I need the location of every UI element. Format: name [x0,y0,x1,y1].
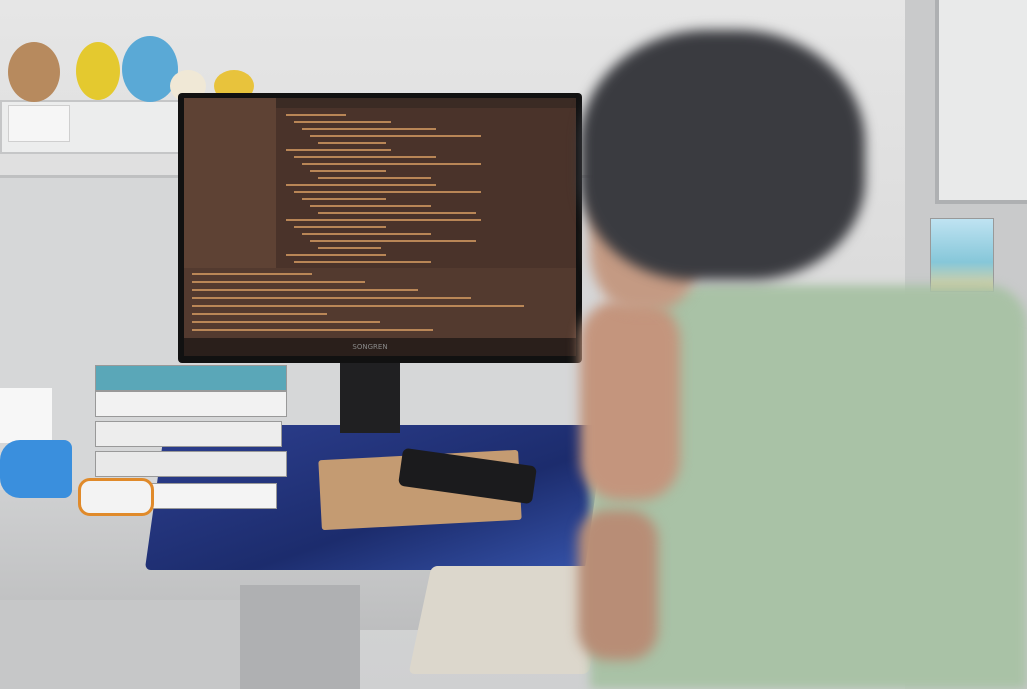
monitor-brand-label: SONGREN [352,343,388,351]
code-line [294,191,481,193]
plush-toy [8,42,60,102]
code-line [286,184,436,186]
console-line [192,297,471,299]
console-line [192,273,312,275]
console-line [192,289,418,291]
code-line [310,170,386,172]
ide-project-panel [184,98,276,268]
keyboard-drawer [240,585,360,689]
code-line [302,128,436,130]
code-line [294,261,431,263]
person-arm [580,300,680,500]
monitor-stand [340,363,400,433]
code-line [318,247,381,249]
book [95,391,287,417]
book [95,451,287,477]
code-line [294,156,436,158]
toy-car [78,478,154,516]
person-hand [578,510,658,660]
code-line [302,198,386,200]
code-line [318,142,386,144]
code-line [294,121,391,123]
console-line [192,281,365,283]
tissue-box [0,388,52,443]
book [95,365,287,391]
code-line [302,233,431,235]
code-line [294,226,386,228]
blue-pencil-case [0,440,72,498]
desk-front-panel [0,600,240,689]
code-line [310,135,481,137]
console-line [192,305,524,307]
code-line [318,212,476,214]
glass-window [935,0,1027,204]
ide-code-editor [276,108,576,268]
person-head [580,30,865,280]
code-line [286,219,481,221]
code-line [310,205,431,207]
monitor-screen [184,98,576,356]
console-line [192,329,433,331]
shelf-compartment [8,105,70,142]
code-line [286,149,391,151]
code-line [302,163,481,165]
plush-toy [76,42,120,100]
console-line [192,321,380,323]
code-line [318,177,431,179]
code-line [286,254,386,256]
code-line [310,240,476,242]
book [95,421,282,447]
console-line [192,313,327,315]
code-line [286,114,346,116]
ide-console-panel [184,268,576,338]
plush-toy [122,36,178,102]
wall-poster [930,218,994,292]
